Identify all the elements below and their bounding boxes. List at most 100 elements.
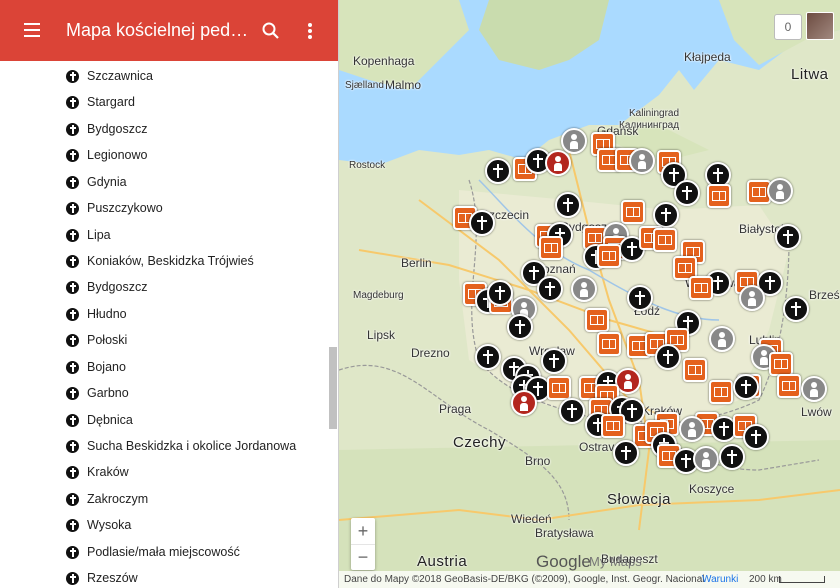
scale-label: 200 km <box>749 574 782 585</box>
list-item[interactable]: Bydgoszcz <box>66 274 147 300</box>
map-marker-cross[interactable] <box>775 224 801 250</box>
map-label: Wiedeń <box>511 512 552 526</box>
google-logo: Google <box>536 552 591 571</box>
map-marker-cross[interactable] <box>469 210 495 236</box>
list-item[interactable]: Koniaków, Beskidzka Trójwieś <box>66 248 254 274</box>
list-item[interactable]: Hłudno <box>66 301 127 327</box>
map-label: Lwów <box>801 405 832 419</box>
zoom-in-button[interactable]: + <box>351 518 375 545</box>
map-marker-person-red[interactable] <box>511 390 537 416</box>
map-marker-cross[interactable] <box>655 344 681 370</box>
map-canvas[interactable]: Kopenhaga Sjælland Malmo Kłajpeda Litwa … <box>339 0 840 588</box>
map-marker-person[interactable] <box>709 326 735 352</box>
map-marker-cross[interactable] <box>627 285 653 311</box>
cross-icon <box>66 228 79 242</box>
map-label: Kopenhaga <box>353 54 415 68</box>
map-marker-cross[interactable] <box>507 314 533 340</box>
cross-icon <box>66 122 79 136</box>
list-item[interactable]: Podlasie/mała miejscowość <box>66 539 240 565</box>
list-item[interactable]: Stargard <box>66 89 135 115</box>
map-marker-cross[interactable] <box>555 192 581 218</box>
map-marker-book[interactable] <box>585 308 609 332</box>
map-marker-book[interactable] <box>653 228 677 252</box>
notification-counter[interactable]: 0 <box>774 14 802 40</box>
list-item[interactable]: Połoski <box>66 327 127 353</box>
map-marker-book[interactable] <box>709 380 733 404</box>
cross-icon <box>66 386 79 400</box>
map-label: Koszyce <box>689 482 735 496</box>
map-marker-person[interactable] <box>739 285 765 311</box>
list-item[interactable]: Rzeszów <box>66 565 138 588</box>
map-label: Kaliningrad <box>629 108 680 119</box>
list-item[interactable]: Puszczykowo <box>66 195 163 221</box>
cross-icon <box>66 571 79 585</box>
map-marker-person[interactable] <box>693 446 719 472</box>
list-item[interactable]: Wysoka <box>66 512 131 538</box>
map-marker-cross[interactable] <box>541 348 567 374</box>
list-item[interactable]: Szczawnica <box>66 63 153 89</box>
map-title[interactable]: Mapa kościelnej pedofilii <box>66 20 256 41</box>
map-marker-book[interactable] <box>547 376 571 400</box>
my-maps-logo: My Maps <box>589 554 642 569</box>
list-item[interactable]: Bydgoszcz <box>66 116 147 142</box>
cross-icon <box>66 545 79 559</box>
cross-icon <box>66 201 79 215</box>
map-label: Brześć <box>809 288 840 302</box>
map-marker-cross[interactable] <box>559 398 585 424</box>
cross-icon <box>66 439 79 453</box>
map-marker-person[interactable] <box>679 416 705 442</box>
map-marker-cross[interactable] <box>485 158 511 184</box>
map-marker-person[interactable] <box>767 178 793 204</box>
list-item[interactable]: Kraków <box>66 459 129 485</box>
map-marker-cross[interactable] <box>537 276 563 302</box>
terms-link[interactable]: Warunki <box>702 571 738 588</box>
map-label: Litwa <box>791 66 829 83</box>
cross-icon <box>66 95 79 109</box>
map-label: Magdeburg <box>353 290 404 301</box>
list-item[interactable]: Dębnica <box>66 407 133 433</box>
sidebar-scrollbar[interactable] <box>328 61 338 588</box>
map-marker-book[interactable] <box>539 236 563 260</box>
map-marker-book[interactable] <box>601 414 625 438</box>
map-marker-cross[interactable] <box>719 444 745 470</box>
map-marker-book[interactable] <box>689 276 713 300</box>
map-marker-cross[interactable] <box>743 424 769 450</box>
map-marker-cross[interactable] <box>475 344 501 370</box>
list-item[interactable]: Bojano <box>66 354 126 380</box>
place-list: Szczawnica Stargard Bydgoszcz Legionowo … <box>0 61 328 588</box>
map-label: Malmo <box>385 78 422 92</box>
more-vert-icon[interactable] <box>300 20 320 42</box>
map-marker-book[interactable] <box>597 332 621 356</box>
list-item[interactable]: Legionowo <box>66 142 147 168</box>
list-item[interactable]: Lipa <box>66 222 111 248</box>
map-marker-person[interactable] <box>801 376 827 402</box>
map-marker-person[interactable] <box>629 148 655 174</box>
hamburger-menu-icon[interactable] <box>22 21 44 39</box>
zoom-out-button[interactable]: − <box>351 544 375 570</box>
list-item[interactable]: Garbno <box>66 380 129 406</box>
map-label: Rostock <box>349 160 386 171</box>
search-icon[interactable] <box>260 20 282 42</box>
map-marker-book[interactable] <box>621 200 645 224</box>
user-avatar[interactable] <box>806 12 834 40</box>
list-item[interactable]: Sucha Beskidzka i okolice Jordanowa <box>66 433 296 459</box>
map-marker-book[interactable] <box>683 358 707 382</box>
list-item[interactable]: Gdynia <box>66 169 127 195</box>
map-marker-cross[interactable] <box>674 180 700 206</box>
map-marker-cross[interactable] <box>733 374 759 400</box>
map-marker-cross[interactable] <box>487 280 513 306</box>
map-marker-book[interactable] <box>707 184 731 208</box>
cross-icon <box>66 518 79 532</box>
map-marker-book[interactable] <box>597 244 621 268</box>
map-marker-cross[interactable] <box>613 440 639 466</box>
list-item[interactable]: Zakroczym <box>66 486 148 512</box>
map-marker-person-red[interactable] <box>545 150 571 176</box>
sidebar-scrollbar-thumb[interactable] <box>329 347 337 429</box>
map-marker-cross[interactable] <box>783 296 809 322</box>
map-label: Berlin <box>401 256 432 270</box>
map-marker-cross[interactable] <box>653 202 679 228</box>
map-marker-person[interactable] <box>571 276 597 302</box>
map-marker-book[interactable] <box>777 374 801 398</box>
map-marker-person[interactable] <box>561 128 587 154</box>
map-marker-book[interactable] <box>769 352 793 376</box>
